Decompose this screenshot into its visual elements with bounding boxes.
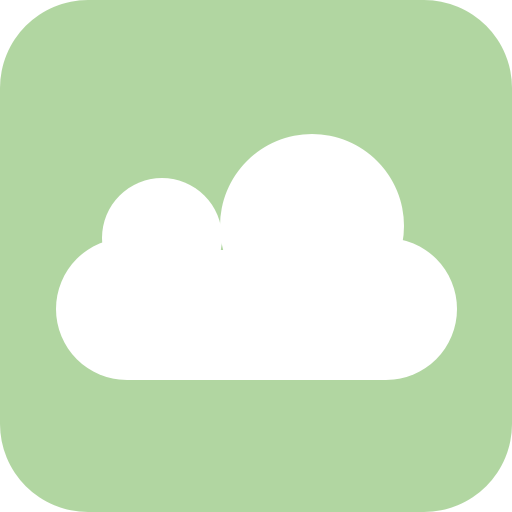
- cloud-app-icon: [0, 0, 512, 512]
- cloud-icon-graphic: [0, 0, 512, 512]
